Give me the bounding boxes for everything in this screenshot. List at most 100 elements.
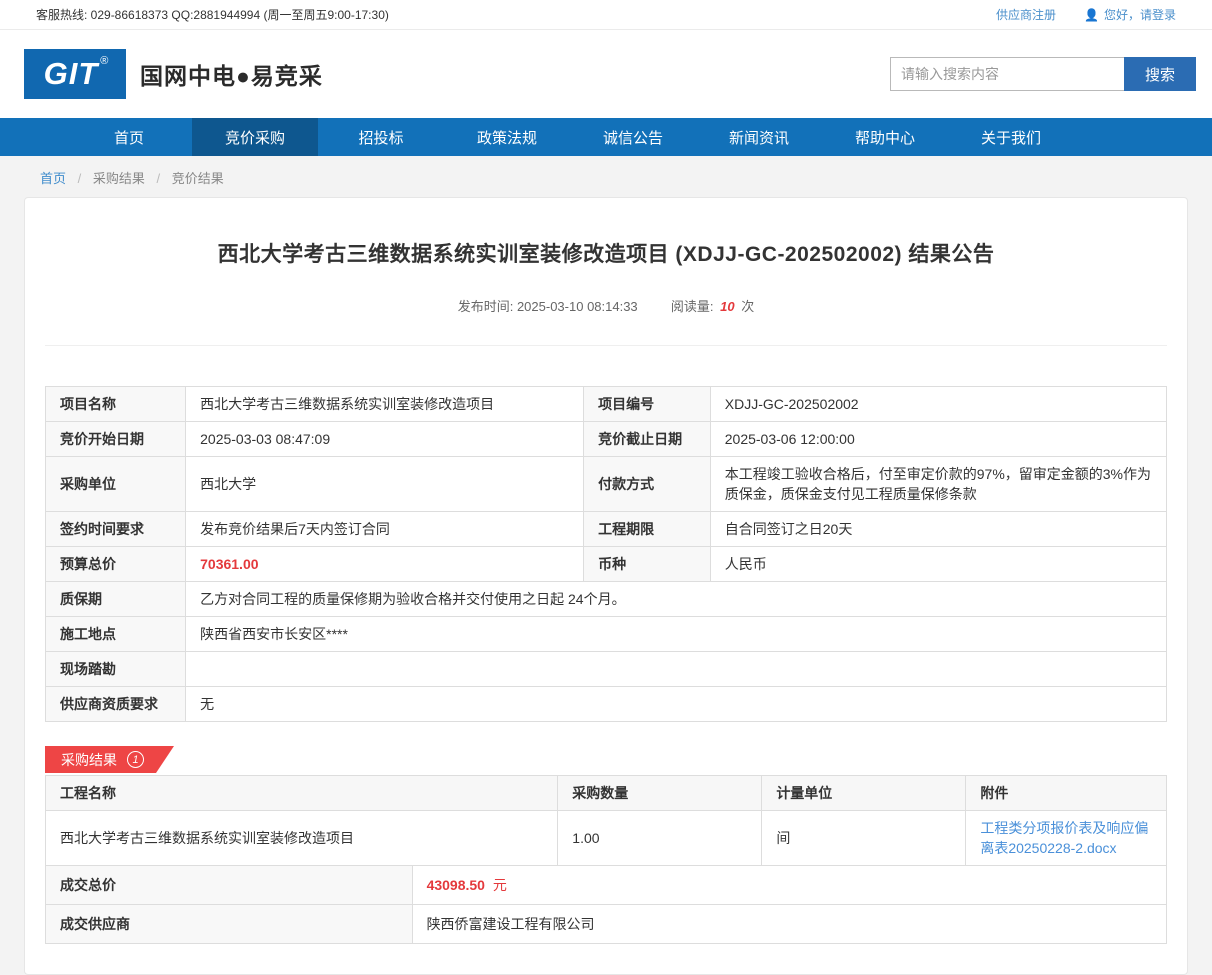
login-label: 您好，请登录 [1104, 6, 1176, 23]
payment-method-value: 本工程竣工验收合格后，付至审定价款的97%，留审定金额的3%作为质保金，质保金支… [710, 457, 1166, 512]
procurement-result-badge-label: 采购结果 [61, 750, 117, 770]
breadcrumb: 首页 / 采购结果 / 竞价结果 [0, 156, 1212, 197]
breadcrumb-bidding-results: 竞价结果 [172, 171, 224, 186]
winning-supplier-label: 成交供应商 [46, 905, 413, 944]
topbar: 客服热线: 029-86618373 QQ:2881944994 (周一至周五9… [0, 0, 1212, 30]
project-info-table: 项目名称 西北大学考古三维数据系统实训室装修改造项目 项目编号 XDJJ-GC-… [45, 386, 1167, 722]
topbar-links: 供应商注册 👤 您好，请登录 [996, 6, 1176, 23]
col-header-quantity: 采购数量 [558, 776, 762, 811]
project-number-label: 项目编号 [584, 387, 711, 422]
payment-method-label: 付款方式 [584, 457, 711, 512]
project-duration-value: 自合同签订之日20天 [710, 512, 1166, 547]
project-duration-label: 工程期限 [584, 512, 711, 547]
attachment-link[interactable]: 工程类分项报价表及响应偏离表20250228-2.docx [980, 820, 1148, 856]
logo-git-text: GIT [44, 49, 99, 99]
publish-time-label: 发布时间: [458, 299, 514, 314]
deal-total-unit: 元 [493, 877, 507, 893]
bid-deadline-label: 竞价截止日期 [584, 422, 711, 457]
table-row: 项目名称 西北大学考古三维数据系统实训室装修改造项目 项目编号 XDJJ-GC-… [46, 387, 1167, 422]
table-row: 签约时间要求 发布竞价结果后7天内签订合同 工程期限 自合同签订之日20天 [46, 512, 1167, 547]
divider [45, 345, 1167, 346]
result-quantity: 1.00 [558, 811, 762, 866]
table-row: 成交总价 43098.50 元 [46, 866, 1167, 905]
table-row: 供应商资质要求 无 [46, 687, 1167, 722]
col-header-project-name: 工程名称 [46, 776, 558, 811]
supplier-register-link[interactable]: 供应商注册 [996, 6, 1056, 23]
site-survey-value [186, 652, 1167, 687]
table-row: 采购单位 西北大学 付款方式 本工程竣工验收合格后，付至审定价款的97%，留审定… [46, 457, 1167, 512]
bid-deadline-value: 2025-03-06 12:00:00 [710, 422, 1166, 457]
budget-total-label: 预算总价 [46, 547, 186, 582]
page-title: 西北大学考古三维数据系统实训室装修改造项目 (XDJJ-GC-202502002… [45, 198, 1167, 268]
site-survey-label: 现场踏勘 [46, 652, 186, 687]
procurement-result-badge: 采购结果 1 [45, 746, 174, 773]
winning-supplier-value: 陕西侨富建设工程有限公司 [412, 905, 1166, 944]
currency-label: 币种 [584, 547, 711, 582]
nav-item-home[interactable]: 首页 [66, 118, 192, 156]
main-nav: 首页 竞价采购 招投标 政策法规 诚信公告 新闻资讯 帮助中心 关于我们 [0, 118, 1212, 156]
deal-total-label: 成交总价 [46, 866, 413, 905]
search-bar: 搜索 [890, 57, 1196, 91]
project-number-value: XDJJ-GC-202502002 [710, 387, 1166, 422]
registered-trademark-icon: ® [100, 55, 108, 67]
supplier-qualification-value: 无 [186, 687, 1167, 722]
breadcrumb-separator: / [157, 171, 161, 186]
table-row: 成交供应商 陕西侨富建设工程有限公司 [46, 905, 1167, 944]
user-icon: 👤 [1084, 8, 1099, 22]
table-row: 质保期 乙方对合同工程的质量保修期为验收合格并交付使用之日起 24个月。 [46, 582, 1167, 617]
publish-time-value: 2025-03-10 08:14:33 [517, 299, 638, 314]
deal-summary-table: 成交总价 43098.50 元 成交供应商 陕西侨富建设工程有限公司 [45, 865, 1167, 944]
views-count: 10 [720, 299, 734, 314]
col-header-attachment: 附件 [966, 776, 1167, 811]
views-label: 阅读量: [671, 299, 714, 314]
result-project-name: 西北大学考古三维数据系统实训室装修改造项目 [46, 811, 558, 866]
nav-item-news[interactable]: 新闻资讯 [696, 118, 822, 156]
col-header-unit: 计量单位 [762, 776, 966, 811]
procurement-result-table: 工程名称 采购数量 计量单位 附件 西北大学考古三维数据系统实训室装修改造项目 … [45, 775, 1167, 866]
warranty-value: 乙方对合同工程的质量保修期为验收合格并交付使用之日起 24个月。 [186, 582, 1167, 617]
project-name-value: 西北大学考古三维数据系统实训室装修改造项目 [186, 387, 584, 422]
result-unit: 间 [762, 811, 966, 866]
nav-item-help-center[interactable]: 帮助中心 [822, 118, 948, 156]
table-header-row: 工程名称 采购数量 计量单位 附件 [46, 776, 1167, 811]
table-row: 现场踏勘 [46, 652, 1167, 687]
table-row: 预算总价 70361.00 币种 人民币 [46, 547, 1167, 582]
nav-item-about-us[interactable]: 关于我们 [948, 118, 1074, 156]
table-row: 施工地点 陕西省西安市长安区**** [46, 617, 1167, 652]
construction-site-value: 陕西省西安市长安区**** [186, 617, 1167, 652]
site-name: 国网中电●易竞采 [140, 57, 323, 91]
nav-item-integrity-notices[interactable]: 诚信公告 [570, 118, 696, 156]
warranty-label: 质保期 [46, 582, 186, 617]
login-link[interactable]: 👤 您好，请登录 [1084, 6, 1176, 23]
content-card: 西北大学考古三维数据系统实训室装修改造项目 (XDJJ-GC-202502002… [24, 197, 1188, 975]
budget-total-value: 70361.00 [186, 547, 584, 582]
table-row: 西北大学考古三维数据系统实训室装修改造项目 1.00 间 工程类分项报价表及响应… [46, 811, 1167, 866]
site-header: GIT ® 国网中电●易竞采 搜索 [0, 30, 1212, 118]
search-button[interactable]: 搜索 [1124, 57, 1196, 91]
result-count-badge: 1 [127, 751, 144, 768]
signing-time-label: 签约时间要求 [46, 512, 186, 547]
hotline-text: 客服热线: 029-86618373 QQ:2881944994 (周一至周五9… [36, 6, 389, 23]
currency-value: 人民币 [710, 547, 1166, 582]
signing-time-value: 发布竞价结果后7天内签订合同 [186, 512, 584, 547]
construction-site-label: 施工地点 [46, 617, 186, 652]
views-unit: 次 [741, 299, 754, 314]
bid-start-label: 竞价开始日期 [46, 422, 186, 457]
site-logo[interactable]: GIT ® 国网中电●易竞采 [24, 49, 323, 99]
table-row: 竞价开始日期 2025-03-03 08:47:09 竞价截止日期 2025-0… [46, 422, 1167, 457]
purchaser-label: 采购单位 [46, 457, 186, 512]
breadcrumb-separator: / [78, 171, 82, 186]
publish-info: 发布时间: 2025-03-10 08:14:33 阅读量: 10 次 [45, 296, 1167, 315]
project-name-label: 项目名称 [46, 387, 186, 422]
nav-item-tendering[interactable]: 招投标 [318, 118, 444, 156]
deal-total-value: 43098.50 [427, 877, 485, 893]
logo-git-box: GIT ® [24, 49, 126, 99]
nav-item-policies[interactable]: 政策法规 [444, 118, 570, 156]
bid-start-value: 2025-03-03 08:47:09 [186, 422, 584, 457]
nav-item-bidding-procurement[interactable]: 竞价采购 [192, 118, 318, 156]
purchaser-value: 西北大学 [186, 457, 584, 512]
search-input[interactable] [890, 57, 1124, 91]
breadcrumb-home-link[interactable]: 首页 [40, 171, 66, 186]
breadcrumb-procurement-results[interactable]: 采购结果 [93, 171, 145, 186]
supplier-qualification-label: 供应商资质要求 [46, 687, 186, 722]
